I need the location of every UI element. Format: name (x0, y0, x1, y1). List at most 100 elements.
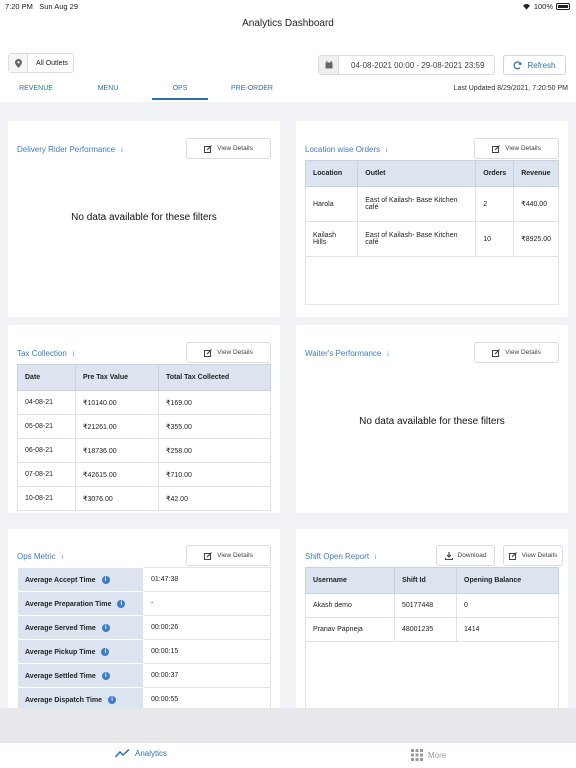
view-details-button[interactable]: View Details (186, 138, 271, 159)
shift-report-table: Username Shift Id Opening Balance Akash … (305, 567, 559, 642)
metric-label: Average Settled Time (25, 672, 96, 680)
table-cell: ₹169.00 (158, 390, 271, 415)
view-details-button[interactable]: View Details (474, 342, 559, 363)
table-cell: Harola (304, 186, 359, 222)
download-button[interactable]: Download (436, 545, 495, 566)
view-details-button[interactable]: View Details (503, 545, 563, 566)
download-icon (444, 551, 453, 560)
edit-icon (204, 551, 213, 560)
location-orders-table: Location Outlet Orders Revenue Harola Ea… (304, 160, 559, 257)
metric-value: 00:00:26 (143, 615, 271, 640)
battery-percent: 100% (533, 2, 553, 11)
info-icon[interactable]: i (73, 352, 74, 358)
metric-value: - (143, 591, 271, 616)
view-details-button[interactable]: View Details (186, 545, 271, 566)
info-icon[interactable]: i (101, 575, 110, 584)
column-header: Opening Balance (456, 567, 559, 594)
info-icon[interactable]: i (121, 148, 122, 154)
info-icon[interactable]: i (101, 647, 110, 656)
tab-menu[interactable]: MENU (82, 82, 134, 100)
table-row[interactable]: 04-08-21 ₹10140.00 ₹169.00 (17, 390, 271, 415)
info-icon[interactable]: i (386, 148, 387, 154)
table-row[interactable]: Kailash Hills East of Kailash- Base Kitc… (304, 221, 559, 257)
table-row[interactable]: Akash demo 50177448 0 (305, 593, 559, 618)
table-cell: ₹10140.00 (75, 390, 159, 415)
info-icon[interactable]: i (101, 623, 110, 632)
card-title: Shift Open Report i (305, 552, 376, 561)
table-cell: East of Kailash- Base Kitchen café (357, 221, 477, 257)
view-details-label: View Details (505, 349, 541, 356)
waiter-performance-title: Waiter's Performance (305, 349, 382, 358)
nav-more[interactable]: More (411, 749, 446, 761)
info-icon[interactable]: i (101, 671, 110, 680)
waiter-performance-card: Waiter's Performance i View Details No da… (296, 325, 568, 513)
status-time: 7:20 PM (5, 2, 33, 11)
table-cell: ₹42615.00 (75, 462, 159, 487)
view-details-label: View Details (505, 145, 541, 152)
card-title: Waiter's Performance i (305, 349, 389, 358)
calendar-icon (319, 56, 339, 74)
refresh-icon (513, 60, 523, 69)
edit-icon (492, 348, 501, 357)
column-header: Date (17, 364, 76, 391)
edit-icon (204, 348, 213, 357)
info-icon[interactable]: i (375, 555, 376, 561)
metric-label: Average Preparation Time (25, 600, 112, 608)
table-cell: 06-08-21 (17, 438, 76, 463)
tax-collection-title: Tax Collection (17, 349, 67, 358)
status-bar: 7:20 PM Sun Aug 29 100% (0, 0, 576, 14)
filter-controls: All Outlets 04-08-2021 00:00 - 29-08-202… (0, 38, 576, 102)
info-icon[interactable]: i (62, 555, 63, 561)
column-header: Outlet (357, 160, 477, 187)
info-icon[interactable]: i (108, 695, 117, 704)
table-row[interactable]: Pranav Papneja 48001235 1414 (305, 617, 559, 642)
status-date: Sun Aug 29 (39, 2, 78, 11)
table-header-row: Username Shift Id Opening Balance (305, 567, 559, 594)
app-header: Analytics Dashboard (0, 14, 576, 38)
delivery-rider-card: Delivery Rider Performance i View Details… (8, 121, 280, 317)
shift-report-title: Shift Open Report (305, 552, 370, 561)
tab-ops[interactable]: OPS (152, 82, 208, 100)
table-row: Average Accept Time i 01:47:38 (17, 567, 271, 592)
column-header: Pre Tax Value (75, 364, 159, 391)
tab-revenue[interactable]: REVENUE (8, 82, 64, 100)
no-data-message: No data available for these filters (359, 416, 505, 427)
outlet-label: All Outlets (36, 59, 68, 67)
info-icon[interactable]: i (387, 352, 388, 358)
table-cell: 05-08-21 (17, 414, 76, 439)
footer-spacer (0, 708, 576, 742)
grid-icon (411, 749, 423, 761)
column-header: Orders (475, 160, 515, 187)
tax-collection-card: Tax Collection i View Details Date Pre Ta… (8, 325, 280, 513)
edit-icon (508, 551, 517, 560)
column-header: Location (304, 160, 359, 187)
view-details-button[interactable]: View Details (474, 138, 559, 159)
table-row[interactable]: 05-08-21 ₹21261.00 ₹355.00 (17, 414, 271, 439)
view-details-label: View Details (521, 552, 558, 559)
refresh-button[interactable]: Refresh (503, 55, 566, 75)
no-data-message: No data available for these filters (71, 212, 217, 223)
outlet-selector[interactable]: All Outlets (8, 53, 74, 73)
location-pin-icon (9, 54, 28, 72)
metric-label: Average Accept Time (25, 576, 96, 584)
nav-analytics-label: Analytics (135, 749, 168, 758)
view-details-label: View Details (217, 552, 253, 559)
table-row[interactable]: Harola East of Kailash- Base Kitchen caf… (304, 186, 559, 222)
nav-analytics[interactable]: Analytics (115, 749, 167, 758)
metric-value: 00:00:37 (143, 663, 271, 688)
tab-pre-order[interactable]: PRE-ORDER (224, 82, 280, 100)
table-row[interactable]: 10-08-21 ₹3076.00 ₹42.00 (17, 486, 271, 511)
refresh-label: Refresh (527, 60, 556, 70)
info-icon[interactable]: i (117, 599, 126, 608)
date-range-picker[interactable]: 04-08-2021 00:00 - 29-08-2021 23:59 (318, 55, 495, 75)
table-cell: ₹258.00 (158, 438, 271, 463)
table-row: Average Settled Time i 00:00:37 (17, 663, 271, 688)
table-row[interactable]: 07-08-21 ₹42615.00 ₹710.00 (17, 462, 271, 487)
date-range-value: 04-08-2021 00:00 - 29-08-2021 23:59 (351, 60, 485, 70)
table-row[interactable]: 06-08-21 ₹18736.00 ₹258.00 (17, 438, 271, 463)
table-cell: 2 (475, 186, 515, 222)
table-cell: ₹42.00 (158, 486, 271, 511)
table-cell: 07-08-21 (17, 462, 76, 487)
view-details-button[interactable]: View Details (186, 342, 271, 363)
ops-metric-table: Average Accept Time i 01:47:38 Average Pre… (17, 567, 271, 712)
